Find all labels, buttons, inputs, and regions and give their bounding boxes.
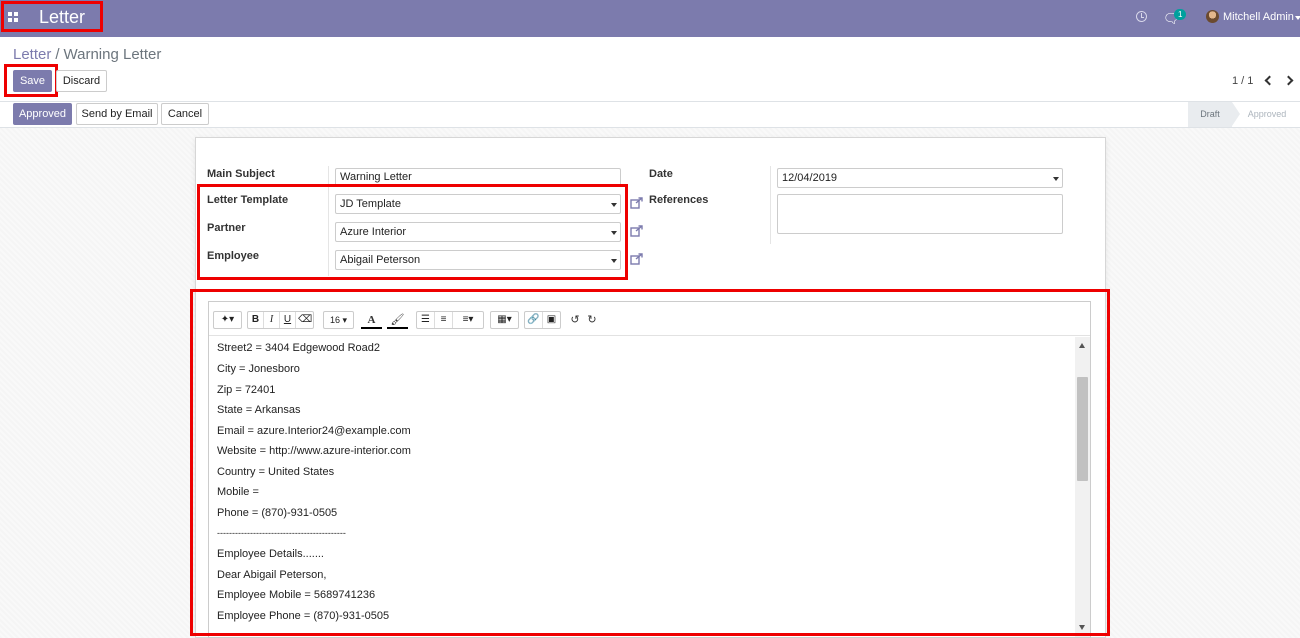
external-link-icon[interactable]	[630, 253, 644, 265]
breadcrumb: Letter / Warning Letter	[13, 46, 161, 63]
label-separator	[770, 166, 771, 244]
form-statusbar: Approved Send by Email Cancel Draft Appr…	[0, 102, 1300, 128]
stage-draft[interactable]: Draft	[1188, 102, 1232, 127]
stage-arrow	[1232, 102, 1240, 126]
references-label: References	[649, 194, 709, 206]
pager-value[interactable]: 1 / 1	[1232, 75, 1253, 87]
highlight-editor	[190, 289, 1110, 636]
highlight-save-button	[4, 64, 58, 97]
breadcrumb-parent-link[interactable]: Letter	[13, 46, 51, 63]
discard-button[interactable]: Discard	[56, 70, 107, 92]
top-navbar: Letter 🗨 1 Mitchell Admin	[0, 0, 1300, 37]
cancel-button[interactable]: Cancel	[161, 103, 209, 125]
user-menu[interactable]: Mitchell Admin	[1223, 11, 1294, 23]
references-textarea[interactable]	[777, 194, 1063, 234]
external-link-icon[interactable]	[630, 197, 644, 209]
breadcrumb-current: Warning Letter	[63, 46, 162, 63]
user-avatar[interactable]	[1206, 10, 1219, 23]
highlight-app-title	[1, 1, 103, 32]
pager-previous-icon[interactable]	[1264, 75, 1275, 86]
chat-count-badge: 1	[1174, 9, 1187, 20]
chevron-down-icon	[1053, 177, 1059, 181]
external-link-icon[interactable]	[630, 225, 644, 237]
pager-next-icon[interactable]	[1283, 75, 1294, 86]
highlight-template-fields	[197, 184, 628, 280]
stage-approved[interactable]: Approved	[1242, 102, 1292, 127]
main-subject-label: Main Subject	[207, 168, 275, 180]
send-by-email-button[interactable]: Send by Email	[76, 103, 158, 125]
approved-button[interactable]: Approved	[13, 103, 72, 125]
date-value: 12/04/2019	[782, 172, 838, 184]
date-input[interactable]: 12/04/2019	[777, 168, 1063, 188]
user-menu-caret-icon[interactable]	[1295, 16, 1300, 20]
date-label: Date	[649, 168, 673, 180]
activity-clock-icon[interactable]	[1136, 11, 1147, 22]
breadcrumb-separator: /	[55, 46, 60, 63]
